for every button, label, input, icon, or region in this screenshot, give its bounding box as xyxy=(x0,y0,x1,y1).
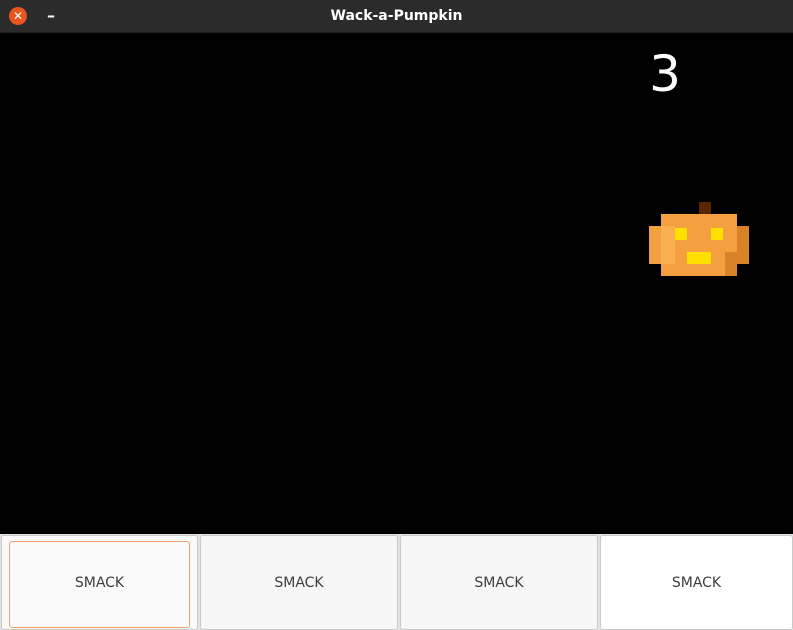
smack-button-label: SMACK xyxy=(474,574,524,591)
smack-button-label: SMACK xyxy=(671,574,722,591)
smack-button-1[interactable]: SMACK xyxy=(1,535,198,630)
button-bar: SMACK SMACK SMACK SMACK xyxy=(0,534,793,630)
smack-button-4[interactable]: SMACK xyxy=(600,535,793,630)
smack-button-2[interactable]: SMACK xyxy=(200,535,398,630)
focus-ring xyxy=(9,541,190,628)
game-canvas[interactable]: 3 xyxy=(0,34,793,534)
smack-button-label: SMACK xyxy=(274,574,324,591)
pumpkin-icon[interactable] xyxy=(649,202,749,277)
smack-button-3[interactable]: SMACK xyxy=(400,535,598,630)
window-title: Wack-a-Pumpkin xyxy=(330,8,463,24)
score-display: 3 xyxy=(649,45,681,103)
window-titlebar: ✕ – Wack-a-Pumpkin xyxy=(0,0,793,33)
